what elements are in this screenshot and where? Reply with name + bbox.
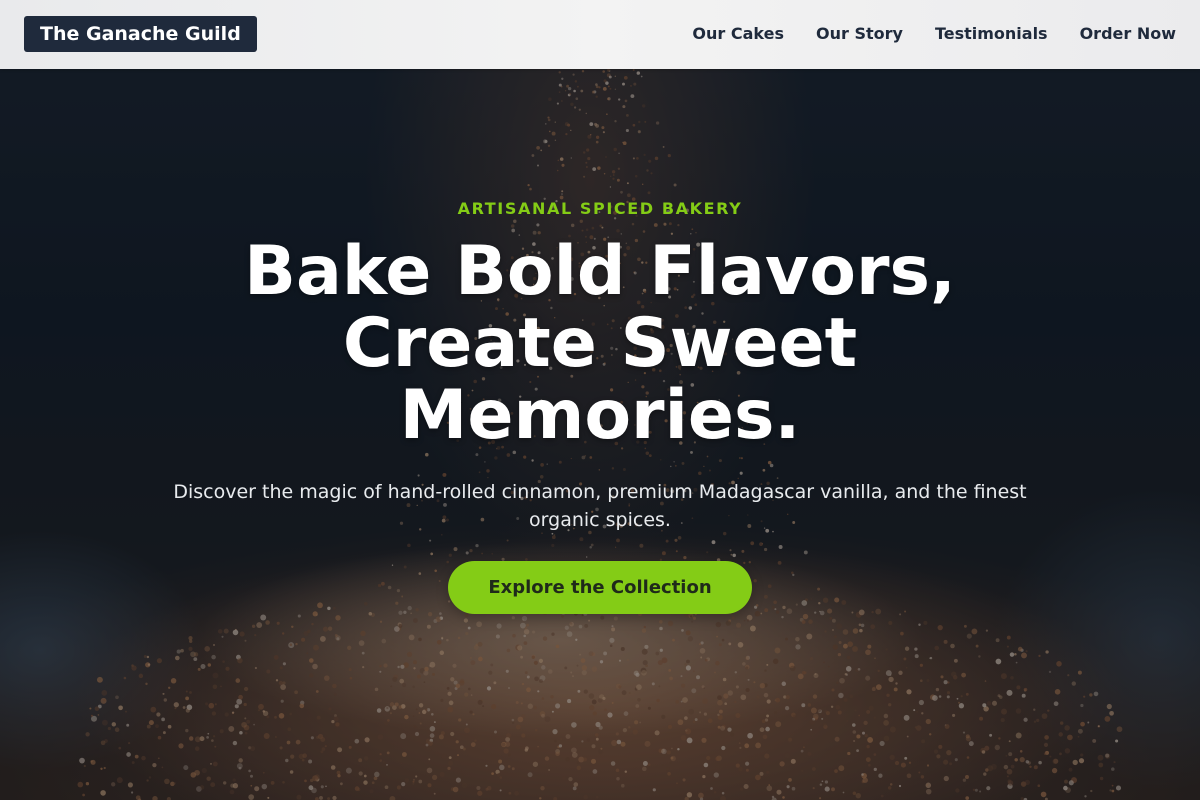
nav-link-our-story[interactable]: Our Story xyxy=(816,24,903,43)
nav-link-our-cakes[interactable]: Our Cakes xyxy=(692,24,784,43)
hero-subheadline: Discover the magic of hand-rolled cinnam… xyxy=(173,481,1027,531)
main-nav: Our Cakes Our Story Testimonials Order N… xyxy=(692,0,1176,66)
nav-link-order-now[interactable]: Order Now xyxy=(1080,24,1176,43)
explore-collection-button[interactable]: Explore the Collection xyxy=(448,561,752,614)
hero-eyebrow: ARTISANAL SPICED BAKERY xyxy=(457,199,743,218)
nav-link-testimonials[interactable]: Testimonials xyxy=(935,24,1048,43)
site-header: The Ganache Guild Our Cakes Our Story Te… xyxy=(0,0,1200,69)
site-logo[interactable]: The Ganache Guild xyxy=(24,16,257,52)
hero-content: ARTISANAL SPICED BAKERY Bake Bold Flavor… xyxy=(0,0,1200,800)
hero-headline: Bake Bold Flavors, Create Sweet Memories… xyxy=(244,232,956,455)
